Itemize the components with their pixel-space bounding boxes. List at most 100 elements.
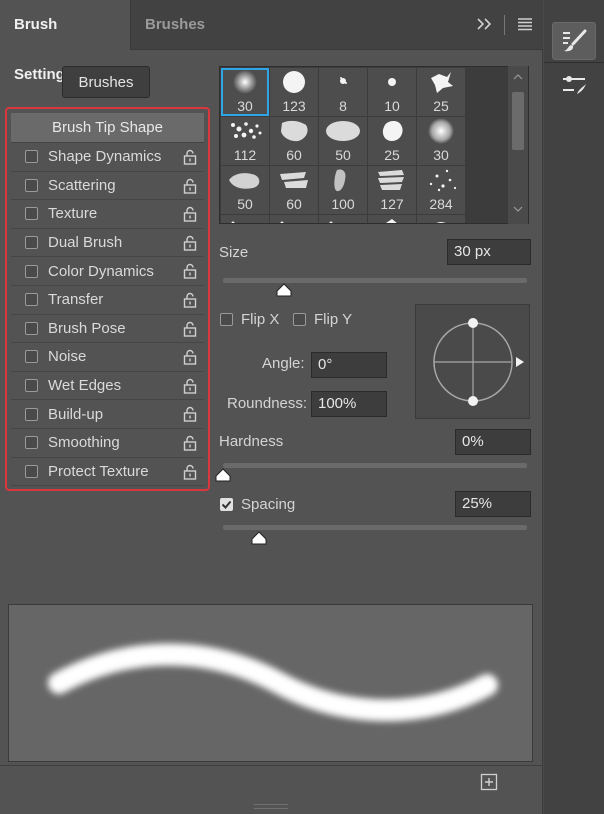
brush-option-build-up[interactable]: Build-up — [11, 400, 204, 429]
option-checkbox[interactable] — [25, 350, 38, 364]
option-checkbox[interactable] — [25, 464, 38, 478]
option-checkbox[interactable] — [25, 321, 38, 335]
size-field[interactable]: 30 px — [447, 239, 531, 265]
brush-preset-chalk[interactable]: 60 — [270, 117, 318, 165]
dock-brush-presets-button[interactable] — [552, 66, 596, 104]
brush-stroke-preview — [8, 604, 533, 762]
angle-field[interactable]: 0° — [311, 352, 387, 378]
unlock-icon[interactable] — [182, 321, 198, 337]
unlock-icon[interactable] — [182, 349, 198, 365]
brush-preset-speckle[interactable]: 112 — [221, 117, 269, 165]
brush-tip-thumbnail — [388, 78, 396, 86]
dock-divider — [544, 62, 604, 63]
brush-option-protect-texture[interactable]: Protect Texture — [11, 458, 204, 487]
roundness-field[interactable]: 100% — [311, 391, 387, 417]
flip-x-checkbox[interactable] — [220, 313, 233, 326]
brush-option-color-dynamics[interactable]: Color Dynamics — [11, 257, 204, 286]
unlock-icon[interactable] — [182, 464, 198, 480]
dock-brush-settings-button[interactable] — [552, 22, 596, 60]
brush-tip-thumbnail — [428, 118, 454, 144]
unlock-icon[interactable] — [182, 378, 198, 394]
add-new-preset-icon[interactable] — [480, 773, 498, 791]
unlock-icon[interactable] — [182, 406, 198, 423]
brush-size-label: 30 — [433, 147, 449, 163]
roundness-label: Roundness: — [227, 395, 308, 412]
option-checkbox[interactable] — [25, 150, 38, 164]
brush-option-shape-dynamics[interactable]: Shape Dynamics — [11, 143, 204, 172]
tab-brush-settings[interactable]: Brush Settings — [0, 0, 131, 83]
scroll-down-icon[interactable] — [513, 206, 523, 212]
brush-preset-soft-cloud[interactable]: 30 — [417, 117, 465, 165]
angle-roundness-circle[interactable] — [416, 305, 531, 420]
brush-preset-partial[interactable] — [221, 215, 269, 223]
brush-size-label: 25 — [384, 147, 400, 163]
unlock-icon[interactable] — [182, 292, 198, 308]
unlock-icon[interactable] — [182, 263, 198, 280]
brush-preset-partial[interactable] — [368, 215, 416, 223]
unlock-icon[interactable] — [182, 206, 198, 222]
scroll-up-icon[interactable] — [513, 74, 523, 80]
angle-roundness-widget[interactable] — [415, 304, 530, 419]
hamburger-menu-icon[interactable] — [517, 17, 533, 34]
brush-preset-hard-round[interactable]: 123 — [270, 68, 318, 116]
size-slider-handle[interactable] — [276, 283, 292, 297]
brush-preset-soft-round[interactable]: 30 — [221, 68, 269, 116]
brush-preset-partial[interactable] — [270, 215, 318, 223]
resize-grip[interactable] — [254, 804, 288, 809]
brush-tip-thumbnail — [326, 121, 360, 141]
brush-preset-spray[interactable]: 50 — [221, 166, 269, 214]
brush-size-label: 100 — [331, 196, 355, 212]
brush-presets-icon — [563, 76, 586, 94]
scrollbar-thumb[interactable] — [512, 92, 524, 150]
brush-preset-charcoal[interactable]: 100 — [319, 166, 367, 214]
brush-preset-leaf-strokes[interactable]: 127 — [368, 166, 416, 214]
brush-preset-partial[interactable] — [319, 215, 367, 223]
brush-option-smoothing[interactable]: Smoothing — [11, 429, 204, 458]
unlock-icon[interactable] — [182, 149, 198, 165]
brush-option-wet-edges[interactable]: Wet Edges — [11, 372, 204, 401]
flip-y-checkbox[interactable] — [293, 313, 306, 326]
unlock-icon[interactable] — [182, 435, 198, 451]
hardness-field[interactable]: 0% — [455, 429, 531, 455]
brush-option-dual-brush[interactable]: Dual Brush — [11, 229, 204, 258]
brush-option-texture[interactable]: Texture — [11, 200, 204, 229]
option-checkbox[interactable] — [25, 407, 38, 421]
brush-preset-scatter-dots[interactable]: 284 — [417, 166, 465, 214]
unlock-icon[interactable] — [182, 178, 198, 194]
brush-size-label: 60 — [286, 147, 302, 163]
double-chevron-right-icon[interactable] — [476, 17, 492, 34]
tab-tools-divider — [504, 15, 505, 35]
brush-size-label: 50 — [335, 147, 351, 163]
spacing-checkbox[interactable] — [220, 498, 233, 511]
brush-option-brush-pose[interactable]: Brush Pose — [11, 315, 204, 344]
brush-option-scattering[interactable]: Scattering — [11, 172, 204, 201]
option-checkbox[interactable] — [25, 264, 38, 278]
unlock-icon[interactable] — [182, 235, 198, 251]
brush-grid-scrollbar[interactable] — [508, 66, 528, 224]
brush-option-transfer[interactable]: Transfer — [11, 286, 204, 315]
brush-tip-shape-header[interactable]: Brush Tip Shape — [11, 113, 204, 143]
spacing-slider-handle[interactable] — [251, 531, 267, 545]
brush-preset-splatter[interactable]: 25 — [417, 68, 465, 116]
spacing-slider-track[interactable] — [223, 525, 527, 530]
option-checkbox[interactable] — [25, 293, 38, 307]
brush-preset-small-dot[interactable]: 10 — [368, 68, 416, 116]
hardness-slider-track[interactable] — [223, 463, 527, 468]
option-checkbox[interactable] — [25, 207, 38, 221]
size-slider-track[interactable] — [223, 278, 527, 283]
brush-preset-rough-strokes[interactable]: 60 — [270, 166, 318, 214]
option-checkbox[interactable] — [25, 436, 38, 450]
tab-brushes[interactable]: Brushes — [131, 0, 219, 50]
brush-preset-blob[interactable]: 25 — [368, 117, 416, 165]
brush-preset-partial[interactable] — [417, 215, 465, 223]
brush-preset-tiny-splatter[interactable]: 8 — [319, 68, 367, 116]
brush-preset-oval-grain[interactable]: 50 — [319, 117, 367, 165]
spacing-field[interactable]: 25% — [455, 491, 531, 517]
option-checkbox[interactable] — [25, 379, 38, 393]
option-checkbox[interactable] — [25, 236, 38, 250]
hardness-slider-handle[interactable] — [215, 468, 231, 482]
option-checkbox[interactable] — [25, 178, 38, 192]
option-label: Scattering — [48, 176, 116, 194]
brush-option-noise[interactable]: Noise — [11, 343, 204, 372]
brushes-panel-button[interactable]: Brushes — [62, 66, 150, 98]
